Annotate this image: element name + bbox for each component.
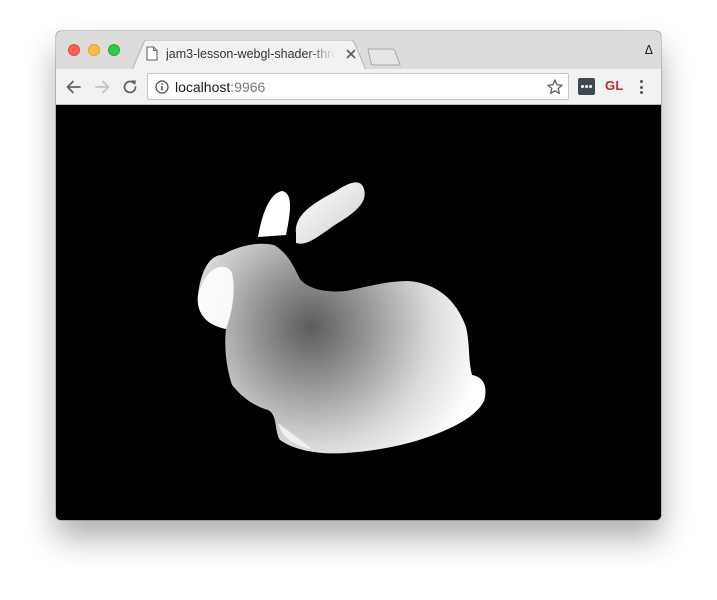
arrow-right-icon[interactable] (92, 77, 112, 97)
document-icon (146, 46, 158, 61)
star-icon[interactable] (546, 78, 564, 96)
tab-title-fade (308, 44, 340, 64)
profile-badge[interactable]: Δ (645, 43, 653, 57)
info-icon[interactable] (155, 80, 169, 94)
url-text[interactable]: localhost:9966 (175, 79, 265, 95)
url-port: :9966 (230, 79, 266, 95)
tab-strip: jam3-lesson-webgl-shader-threejs Δ (56, 31, 661, 70)
webgl-canvas[interactable] (56, 105, 661, 520)
window-zoom-button[interactable] (108, 44, 120, 56)
reload-icon[interactable] (120, 77, 140, 97)
gl-extension-button[interactable]: GL (605, 78, 624, 93)
browser-toolbar: localhost:9966 GL (56, 69, 661, 105)
arrow-left-icon[interactable] (64, 77, 84, 97)
bunny-render (197, 182, 486, 454)
url-host: localhost (175, 79, 231, 95)
bunny-shape (197, 182, 486, 454)
browser-window: jam3-lesson-webgl-shader-threejs Δ local… (56, 31, 661, 520)
new-tab-button[interactable] (366, 47, 402, 67)
tab-active[interactable]: jam3-lesson-webgl-shader-threejs (132, 40, 366, 70)
window-close-button[interactable] (68, 44, 80, 56)
window-minimize-button[interactable] (88, 44, 100, 56)
ellipsis-extension-icon[interactable] (578, 78, 595, 95)
address-bar[interactable]: localhost:9966 (147, 73, 569, 100)
vertical-dots-icon[interactable] (637, 79, 647, 95)
tab-close-icon[interactable] (344, 47, 358, 61)
